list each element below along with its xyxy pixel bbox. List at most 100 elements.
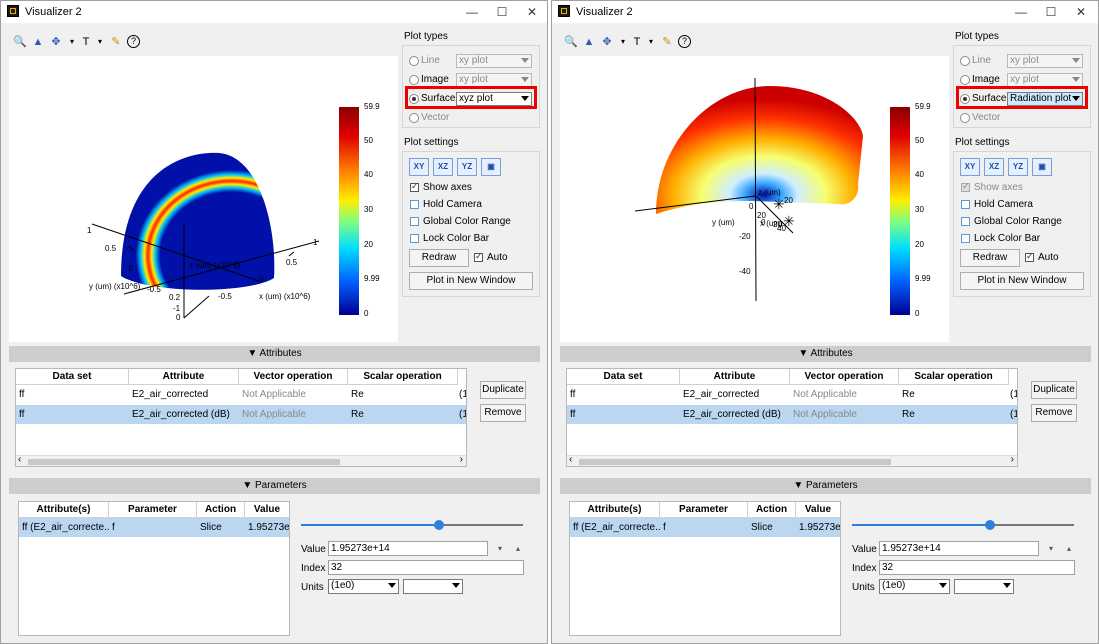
column-header[interactable]: Action — [197, 502, 245, 518]
units-combo[interactable]: (1e0) — [879, 579, 950, 594]
remove-button[interactable]: Remove — [480, 404, 526, 422]
close-button[interactable]: ✕ — [1066, 3, 1096, 21]
title-bar[interactable]: Visualizer 2 — ☐ ✕ — [552, 1, 1098, 23]
value-up-icon[interactable]: ▴ — [511, 542, 525, 556]
index-field[interactable]: 32 — [879, 560, 1075, 575]
title-bar[interactable]: Visualizer 2 — ☐ ✕ — [1, 1, 547, 23]
table-row[interactable]: ff E2_air_corrected (dB) Not Applicable … — [567, 405, 1017, 424]
column-header[interactable]: Vector operation — [790, 369, 899, 385]
line-plot-combo[interactable]: xy plot — [456, 54, 532, 68]
radio-vector[interactable] — [409, 113, 419, 123]
auto-checkbox[interactable] — [1025, 251, 1034, 262]
attributes-section-header[interactable]: ▼ Attributes — [9, 346, 540, 362]
parameters-section-header[interactable]: ▼ Parameters — [560, 478, 1091, 494]
rotate-view-icon[interactable]: ▲ — [582, 35, 596, 49]
save-icon[interactable]: ▣ — [481, 158, 501, 176]
image-plot-combo[interactable]: xy plot — [1007, 73, 1083, 87]
scroll-left-icon[interactable]: ‹ — [18, 454, 21, 465]
table-row[interactable]: ff E2_air_corrected Not Applicable Re (1 — [567, 385, 1017, 404]
pan-dropdown-icon[interactable]: ▾ — [65, 35, 79, 49]
zoom-icon[interactable]: 🔍 — [564, 35, 578, 49]
column-header[interactable]: Action — [748, 502, 796, 518]
column-header[interactable]: Attribute(s) — [570, 502, 660, 518]
units-secondary-combo[interactable] — [954, 579, 1014, 594]
rotate-view-icon[interactable]: ▲ — [31, 35, 45, 49]
scroll-thumb[interactable] — [28, 459, 340, 465]
pan-icon[interactable]: ✥ — [49, 35, 63, 49]
show-axes-checkbox[interactable] — [961, 181, 970, 192]
hold-camera-checkbox[interactable] — [961, 200, 970, 209]
table-row[interactable]: ff (E2_air_correcte... f Slice 1.95273e+ — [19, 518, 289, 537]
column-header[interactable]: Vector operation — [239, 369, 348, 385]
radio-line[interactable] — [960, 56, 970, 66]
save-icon[interactable]: ▣ — [1032, 158, 1052, 176]
pan-icon[interactable]: ✥ — [600, 35, 614, 49]
remove-button[interactable]: Remove — [1031, 404, 1077, 422]
minimize-button[interactable]: — — [1006, 3, 1036, 21]
lock-color-bar-checkbox[interactable] — [961, 234, 970, 243]
column-header[interactable]: Data set — [16, 369, 129, 385]
column-header[interactable]: Parameter — [660, 502, 748, 518]
attributes-section-header[interactable]: ▼ Attributes — [560, 346, 1091, 362]
column-header[interactable]: Attribute(s) — [19, 502, 109, 518]
plot-new-window-button[interactable]: Plot in New Window — [960, 272, 1084, 290]
duplicate-button[interactable]: Duplicate — [1031, 381, 1077, 399]
radio-image[interactable] — [409, 75, 419, 85]
duplicate-button[interactable]: Duplicate — [480, 381, 526, 399]
lock-color-bar-checkbox[interactable] — [410, 234, 419, 243]
horizontal-scrollbar[interactable]: ‹ › — [567, 454, 1017, 466]
maximize-button[interactable]: ☐ — [1036, 3, 1066, 21]
scroll-right-icon[interactable]: › — [1011, 454, 1014, 465]
view-xy-button[interactable]: XY — [960, 158, 980, 176]
radio-line[interactable] — [409, 56, 419, 66]
close-button[interactable]: ✕ — [517, 3, 547, 21]
text-tool-icon[interactable]: T — [630, 35, 644, 49]
value-slider-knob[interactable] — [434, 520, 444, 530]
zoom-icon[interactable]: 🔍 — [13, 35, 27, 49]
pan-dropdown-icon[interactable]: ▾ — [616, 35, 630, 49]
parameters-section-header[interactable]: ▼ Parameters — [9, 478, 540, 494]
view-xz-button[interactable]: XZ — [433, 158, 453, 176]
column-header[interactable]: Attribute — [680, 369, 790, 385]
horizontal-scrollbar[interactable]: ‹ › — [16, 454, 466, 466]
auto-checkbox[interactable] — [474, 251, 483, 262]
units-secondary-combo[interactable] — [403, 579, 463, 594]
column-header[interactable]: Parameter — [109, 502, 197, 518]
table-row[interactable]: ff E2_air_corrected (dB) Not Applicable … — [16, 405, 466, 424]
column-header[interactable]: Value — [796, 502, 840, 518]
column-header[interactable]: Data set — [567, 369, 680, 385]
column-header[interactable]: Value — [245, 502, 289, 518]
table-row[interactable]: ff E2_air_corrected Not Applicable Re (1 — [16, 385, 466, 404]
view-yz-button[interactable]: YZ — [1008, 158, 1028, 176]
column-header[interactable]: Scalar operation — [899, 369, 1009, 385]
value-field[interactable]: 1.95273e+14 — [328, 541, 488, 556]
radio-image[interactable] — [960, 75, 970, 85]
scroll-left-icon[interactable]: ‹ — [569, 454, 572, 465]
view-xy-button[interactable]: XY — [409, 158, 429, 176]
maximize-button[interactable]: ☐ — [487, 3, 517, 21]
value-up-icon[interactable]: ▴ — [1062, 542, 1076, 556]
pencil-icon[interactable]: ✎ — [660, 35, 674, 49]
scroll-right-icon[interactable]: › — [460, 454, 463, 465]
global-color-range-checkbox[interactable] — [410, 217, 419, 226]
column-header[interactable]: Attribute — [129, 369, 239, 385]
view-xz-button[interactable]: XZ — [984, 158, 1004, 176]
text-dropdown-icon[interactable]: ▾ — [93, 35, 107, 49]
redraw-button[interactable]: Redraw — [409, 249, 469, 267]
value-down-icon[interactable]: ▾ — [1044, 542, 1058, 556]
radio-vector[interactable] — [960, 113, 970, 123]
scroll-thumb[interactable] — [579, 459, 891, 465]
plot-new-window-button[interactable]: Plot in New Window — [409, 272, 533, 290]
text-dropdown-icon[interactable]: ▾ — [644, 35, 658, 49]
global-color-range-checkbox[interactable] — [961, 217, 970, 226]
image-plot-combo[interactable]: xy plot — [456, 73, 532, 87]
table-row[interactable]: ff (E2_air_correcte... f Slice 1.95273e+ — [570, 518, 840, 537]
show-axes-checkbox[interactable] — [410, 181, 419, 192]
view-yz-button[interactable]: YZ — [457, 158, 477, 176]
help-icon[interactable]: ? — [127, 35, 140, 48]
units-combo[interactable]: (1e0) — [328, 579, 399, 594]
text-tool-icon[interactable]: T — [79, 35, 93, 49]
value-down-icon[interactable]: ▾ — [493, 542, 507, 556]
redraw-button[interactable]: Redraw — [960, 249, 1020, 267]
help-icon[interactable]: ? — [678, 35, 691, 48]
